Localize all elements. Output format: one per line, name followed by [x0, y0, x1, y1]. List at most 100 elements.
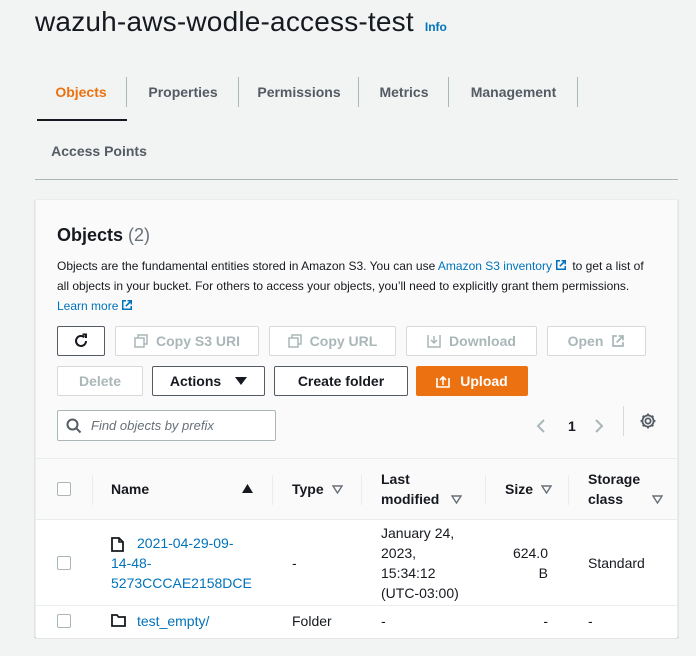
chevron-left-icon[interactable]	[534, 418, 548, 434]
objects-description: Objects are the fundamental entities sto…	[57, 256, 657, 316]
object-size: 624.0 B	[505, 543, 548, 583]
chevron-right-icon[interactable]	[592, 418, 606, 434]
tab-management[interactable]: Management	[449, 62, 578, 122]
column-header-storage-class[interactable]: Storage class	[588, 459, 663, 519]
column-separator	[272, 475, 273, 505]
tab-permissions[interactable]: Permissions	[239, 62, 359, 122]
button-label: Open	[567, 333, 604, 349]
column-header-size[interactable]: Size	[505, 459, 553, 519]
info-link[interactable]: Info	[425, 20, 447, 34]
page-header: wazuh-aws-wodle-access-test Info	[35, 6, 447, 38]
tab-access-points[interactable]: Access Points	[35, 122, 163, 180]
table-row[interactable]: test_empty/ Folder - - -	[36, 606, 677, 638]
tab-label: Metrics	[379, 84, 429, 100]
tab-label: Properties	[148, 84, 218, 100]
search-input[interactable]	[89, 417, 269, 434]
external-link-icon	[122, 300, 133, 310]
row-checkbox[interactable]	[57, 614, 71, 628]
object-size: -	[543, 613, 548, 629]
search-icon	[66, 418, 82, 433]
tab-metrics[interactable]: Metrics	[359, 62, 449, 122]
column-label: class	[588, 491, 624, 507]
size-line: 624.0	[512, 545, 548, 561]
copy-icon	[287, 334, 302, 348]
tab-label: Management	[470, 84, 557, 100]
tab-label: Objects	[55, 84, 107, 100]
size-line: B	[538, 565, 548, 581]
copy-url-button[interactable]: Copy URL	[269, 326, 396, 356]
button-label: Download	[449, 333, 516, 349]
column-header-name[interactable]: Name	[111, 459, 149, 519]
objects-panel: Objects (2) Objects are the fundamental …	[35, 199, 678, 638]
column-header-last-modified[interactable]: Last modified	[381, 459, 463, 519]
button-label: Copy S3 URI	[155, 333, 240, 349]
sort-icon	[451, 494, 463, 504]
copy-icon	[134, 334, 148, 348]
folder-link[interactable]: test_empty/	[137, 613, 209, 629]
download-button[interactable]: Download	[406, 326, 537, 356]
object-storage-class: Standard	[588, 555, 645, 571]
object-link[interactable]: 5273CCCAE2158DCE	[111, 573, 261, 593]
pager-divider	[623, 406, 624, 436]
tab-properties[interactable]: Properties	[127, 62, 239, 122]
gear-icon[interactable]	[639, 412, 657, 430]
object-type: Folder	[292, 613, 332, 629]
bucket-tabs: Objects Properties Permissions Metrics M…	[35, 62, 678, 180]
column-separator	[92, 475, 93, 505]
object-link[interactable]: 14-48-	[111, 553, 261, 573]
column-label: Size	[505, 481, 534, 497]
object-name[interactable]: test_empty/	[137, 611, 209, 631]
modified-line: (UTC-03:00)	[381, 585, 459, 601]
button-label: Copy URL	[309, 333, 378, 349]
search-box	[57, 410, 276, 441]
tab-objects[interactable]: Objects	[35, 62, 127, 122]
actions-dropdown[interactable]: Actions	[152, 366, 265, 396]
column-separator	[485, 475, 486, 505]
sort-ascending-icon[interactable]	[242, 484, 253, 493]
refresh-button[interactable]	[57, 326, 105, 356]
object-last-modified: -	[381, 613, 386, 629]
external-link-icon	[555, 260, 566, 270]
sort-icon	[331, 484, 343, 494]
modified-line: January 24,	[381, 525, 455, 541]
sort-icon	[652, 494, 663, 504]
open-button[interactable]: Open	[547, 326, 646, 356]
button-label: Upload	[460, 373, 508, 389]
refresh-icon	[75, 333, 87, 347]
active-tab-indicator	[37, 119, 127, 121]
current-page[interactable]: 1	[568, 418, 576, 434]
tabs-divider	[35, 179, 678, 180]
column-separator	[361, 475, 362, 505]
button-label: Actions	[169, 373, 222, 389]
button-label: Create folder	[297, 373, 385, 389]
column-label: modified	[381, 491, 440, 507]
object-last-modified: January 24, 2023, 15:34:12 (UTC-03:00)	[381, 523, 459, 603]
column-label: Name	[111, 481, 150, 497]
modified-line: 15:34:12	[381, 565, 436, 581]
upload-icon	[436, 375, 451, 388]
object-name[interactable]: 2021-04-29-09- 14-48- 5273CCCAE2158DCE	[111, 533, 261, 593]
row-checkbox[interactable]	[57, 556, 71, 570]
s3-inventory-link[interactable]: Amazon S3 inventory	[438, 259, 552, 273]
button-label: Delete	[78, 373, 122, 389]
object-link[interactable]: 2021-04-29-09-	[111, 533, 261, 553]
objects-title: Objects	[57, 225, 124, 245]
select-all-checkbox[interactable]	[57, 482, 71, 496]
column-label: Last	[381, 471, 410, 487]
external-link-icon	[612, 335, 625, 347]
caret-down-icon	[235, 377, 248, 385]
objects-count: (2)	[128, 225, 151, 245]
table-row[interactable]: 2021-04-29-09- 14-48- 5273CCCAE2158DCE -…	[36, 520, 677, 606]
upload-button[interactable]: Upload	[416, 366, 528, 396]
pagination: 1	[534, 410, 606, 441]
table-header: Name Type Last modified Size Storage cla…	[36, 458, 677, 520]
column-label: Type	[292, 481, 324, 497]
folder-icon	[111, 614, 126, 627]
create-folder-button[interactable]: Create folder	[274, 366, 408, 396]
column-separator	[568, 475, 569, 505]
column-header-type[interactable]: Type	[292, 459, 343, 519]
learn-more-link[interactable]: Learn more	[57, 299, 118, 313]
copy-s3-uri-button[interactable]: Copy S3 URI	[115, 326, 259, 356]
sort-icon	[541, 484, 553, 494]
delete-button[interactable]: Delete	[57, 366, 143, 396]
